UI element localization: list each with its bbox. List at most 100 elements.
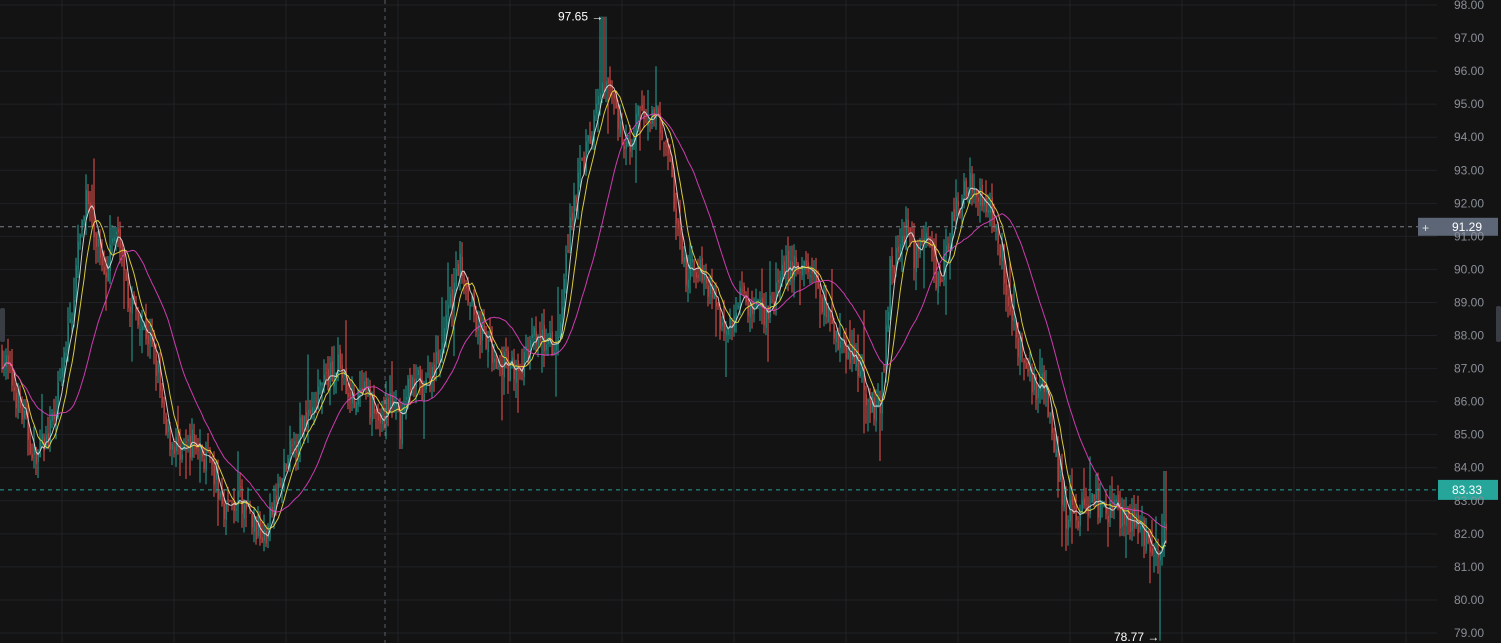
candle-body: [563, 279, 565, 304]
candle-body: [619, 121, 621, 134]
candle-body: [1, 349, 3, 369]
candle-body: [559, 322, 561, 338]
candle-body: [253, 515, 255, 532]
candle-body: [999, 245, 1001, 258]
candle-body: [71, 320, 73, 323]
candle-body: [893, 266, 895, 274]
candle-body: [323, 374, 325, 380]
candle-body: [225, 502, 227, 520]
candle-body: [865, 394, 867, 406]
candle-body: [139, 329, 141, 331]
candle-body: [715, 296, 717, 307]
candle-body: [257, 516, 259, 536]
candle-body: [141, 326, 143, 330]
candle-body: [1057, 453, 1059, 482]
candle-body: [657, 108, 659, 115]
y-tick-label: 87.00: [1454, 362, 1484, 376]
candle-body: [283, 462, 285, 477]
candle-body: [683, 257, 685, 263]
y-tick-label: 82.00: [1454, 527, 1484, 541]
candle-body: [97, 239, 99, 247]
candle-body: [285, 463, 287, 471]
candle-body: [597, 95, 599, 105]
candle-body: [307, 409, 309, 428]
candle-body: [507, 351, 509, 381]
candle-body: [669, 157, 671, 162]
candle-body: [887, 312, 889, 329]
candle-body: [105, 272, 107, 278]
y-tick-label: 92.00: [1454, 196, 1484, 210]
candle-body: [705, 277, 707, 284]
candle-body: [505, 348, 507, 351]
candle-body: [125, 272, 127, 281]
candle-body: [1091, 493, 1093, 503]
candle-body: [161, 388, 163, 404]
price-chart[interactable]: +91.2983.3397.65 →78.77 → 98.0097.0096.0…: [0, 0, 1501, 643]
y-tick-label: 91.00: [1454, 229, 1484, 243]
candle-body: [1135, 513, 1137, 527]
high-annotation: 97.65 →: [558, 10, 603, 24]
candle-body: [765, 309, 767, 329]
chart-root[interactable]: +91.29 83.33 97.65 → 78.77 → 98.00 97.00 96.0…: [0, 0, 1501, 643]
right-collapse-handle[interactable]: [1496, 306, 1501, 342]
left-collapse-handle[interactable]: [0, 308, 5, 342]
candle-body: [157, 364, 159, 373]
candle-body: [899, 244, 901, 253]
candle-body: [1059, 470, 1061, 481]
candle-body: [103, 267, 105, 275]
candle-body: [429, 376, 431, 379]
candle-body: [69, 318, 71, 323]
candle-body: [241, 487, 243, 514]
y-tick-label: 98.00: [1454, 0, 1484, 12]
candle-body: [589, 135, 591, 144]
candle-body: [127, 282, 129, 308]
candle-body: [107, 267, 109, 282]
y-tick-label: 80.00: [1454, 593, 1484, 607]
candle-body: [849, 350, 851, 364]
candle-body: [39, 438, 41, 458]
candle-body: [409, 374, 411, 391]
candle-body: [535, 331, 537, 345]
candle-body: [799, 271, 801, 273]
candle-body: [181, 454, 183, 460]
candle-body: [721, 322, 723, 327]
candle-body: [569, 217, 571, 251]
candle-body: [571, 212, 573, 221]
candle-body: [1149, 546, 1151, 553]
candle-body: [1129, 515, 1131, 532]
candle-body: [663, 142, 665, 145]
candle-body: [1067, 520, 1069, 530]
candle-body: [509, 365, 511, 381]
candle-body: [325, 372, 327, 374]
candle-body: [889, 259, 891, 314]
candle-body: [17, 389, 19, 413]
candle-body: [185, 441, 187, 443]
candle-body: [665, 145, 667, 147]
candle-body: [495, 357, 497, 369]
candle-body: [251, 513, 253, 528]
candle-body: [585, 141, 587, 172]
candle-body: [21, 407, 23, 420]
candle-body: [1041, 373, 1043, 389]
candle-body: [51, 413, 53, 422]
candle-body: [787, 250, 789, 281]
candle-body: [423, 393, 425, 401]
candle-body: [785, 255, 787, 273]
candle-body: [1025, 362, 1027, 369]
candle-body: [675, 208, 677, 224]
candle-body: [901, 236, 903, 247]
candle-body: [625, 141, 627, 149]
candle-body: [809, 275, 811, 277]
candle-body: [493, 358, 495, 363]
candle-body: [1019, 340, 1021, 361]
y-tick-label: 97.00: [1454, 31, 1484, 45]
candle-body: [1001, 248, 1003, 261]
candle-body: [61, 367, 63, 377]
candle-body: [955, 197, 957, 217]
y-tick-label: 94.00: [1454, 130, 1484, 144]
candle-body: [347, 392, 349, 397]
candle-body: [447, 304, 449, 316]
candle-body: [819, 288, 821, 297]
candle-body: [67, 324, 69, 350]
candle-body: [265, 530, 267, 544]
